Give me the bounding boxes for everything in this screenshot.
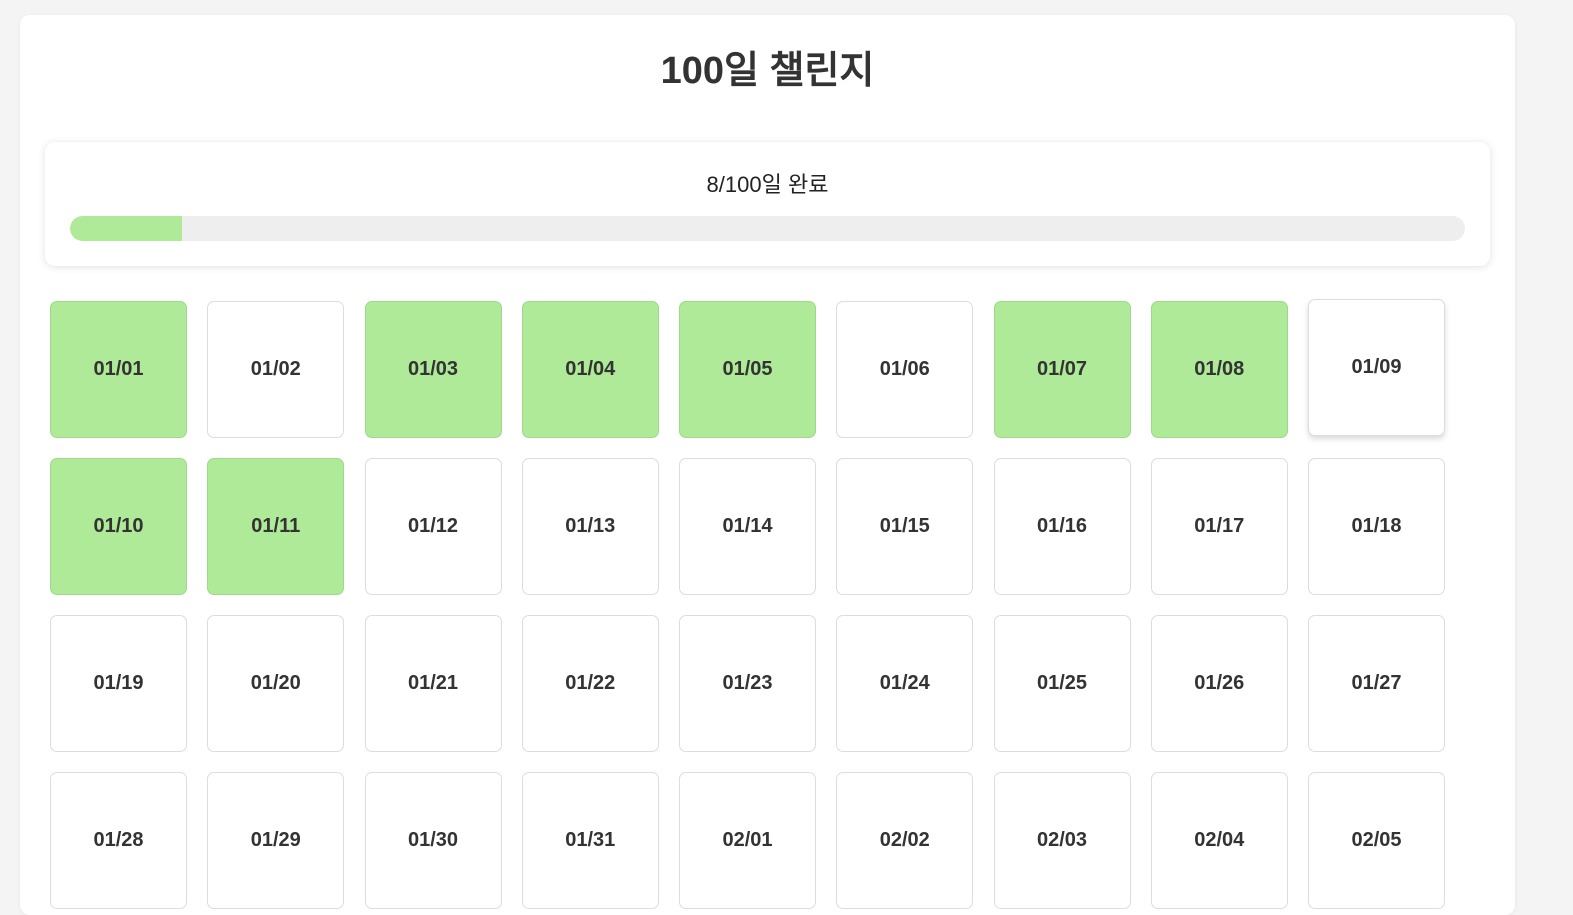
page-title: 100일 챌린지: [660, 50, 875, 92]
day-cell[interactable]: 01/15: [836, 458, 974, 595]
day-cell[interactable]: 01/01: [50, 301, 187, 438]
day-cell[interactable]: 01/29: [207, 772, 345, 909]
progress-text: 8/100일 완료: [706, 172, 829, 197]
day-cell[interactable]: 01/31: [521, 772, 659, 909]
day-cell[interactable]: 01/02: [207, 301, 345, 438]
day-cell[interactable]: 01/19: [50, 615, 187, 752]
day-cell[interactable]: 01/18: [1308, 458, 1445, 595]
day-cell[interactable]: 01/20: [207, 615, 345, 752]
day-cell[interactable]: 01/17: [1150, 458, 1288, 595]
day-cell[interactable]: 01/06: [836, 301, 974, 438]
day-cell[interactable]: 01/28: [50, 772, 187, 909]
day-cell[interactable]: 01/24: [836, 615, 974, 752]
day-cell[interactable]: 01/25: [993, 615, 1131, 752]
day-cell[interactable]: 01/14: [679, 458, 816, 595]
day-cell[interactable]: 02/05: [1308, 772, 1445, 909]
day-cell[interactable]: 01/08: [1150, 301, 1288, 438]
day-cell[interactable]: 01/10: [50, 458, 187, 595]
day-cell[interactable]: 01/04: [521, 301, 659, 438]
day-cell[interactable]: 01/26: [1150, 615, 1288, 752]
day-cell[interactable]: 01/12: [364, 458, 502, 595]
day-cell[interactable]: 01/11: [207, 458, 345, 595]
day-cell[interactable]: 01/23: [679, 615, 816, 752]
day-grid: 01/01 01/02 01/03 01/04 01/05 01/06 01/07 01/08…: [50, 299, 1445, 909]
day-cell[interactable]: 02/01: [679, 772, 816, 909]
day-cell[interactable]: 01/13: [521, 458, 659, 595]
day-cell[interactable]: 01/16: [993, 458, 1131, 595]
day-cell[interactable]: 01/05: [679, 301, 816, 438]
day-cell[interactable]: 02/04: [1150, 772, 1288, 909]
progress-bar: [70, 216, 1465, 241]
day-cell[interactable]: 01/30: [364, 772, 502, 909]
day-cell[interactable]: 01/09: [1308, 299, 1445, 436]
day-cell[interactable]: 02/02: [836, 772, 974, 909]
progress-bar-fill: [70, 216, 182, 241]
day-cell[interactable]: 02/03: [993, 772, 1131, 909]
day-cell[interactable]: 01/21: [364, 615, 502, 752]
day-cell[interactable]: 01/22: [521, 615, 659, 752]
day-cell[interactable]: 01/03: [364, 301, 502, 438]
progress-panel: 8/100일 완료: [45, 142, 1490, 266]
day-cell[interactable]: 01/27: [1308, 615, 1445, 752]
day-cell[interactable]: 01/07: [993, 301, 1131, 438]
